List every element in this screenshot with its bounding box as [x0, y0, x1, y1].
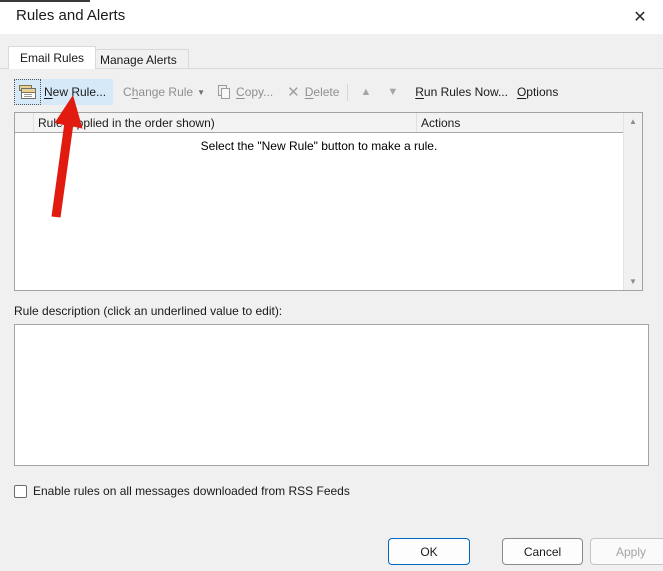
rules-list-scrollbar[interactable]: ▲ ▼: [623, 113, 642, 290]
scroll-up-icon[interactable]: ▲: [624, 113, 642, 130]
rules-list-main: Rule (applied in the order shown) Action…: [15, 113, 623, 290]
close-icon[interactable]: ✕: [623, 3, 657, 31]
ok-button[interactable]: OK: [388, 538, 470, 565]
cancel-button[interactable]: Cancel: [502, 538, 583, 565]
move-up-icon[interactable]: ▲: [357, 85, 374, 100]
new-rule-label: New Rule...: [44, 85, 107, 99]
change-rule-label: Change Rule: [123, 85, 194, 99]
rss-checkbox-row: Enable rules on all messages downloaded …: [14, 484, 350, 498]
scroll-down-icon[interactable]: ▼: [624, 273, 642, 290]
rss-checkbox[interactable]: [14, 484, 27, 498]
rules-toolbar: New Rule... Change Rule ▼ Copy... ✕ Dele…: [14, 79, 558, 105]
screenshot-edge-artifact: [0, 0, 90, 2]
rules-list[interactable]: Rule (applied in the order shown) Action…: [14, 112, 643, 291]
rule-description-label: Rule description (click an underlined va…: [14, 304, 283, 318]
apply-button[interactable]: Apply: [590, 538, 663, 565]
new-rule-button[interactable]: New Rule...: [14, 79, 114, 105]
delete-button[interactable]: ✕ Delete: [287, 85, 339, 100]
rss-checkbox-label: Enable rules on all messages downloaded …: [33, 484, 350, 498]
column-header-actions: Actions: [421, 115, 461, 130]
copy-icon: [218, 84, 231, 100]
delete-label: Delete: [304, 85, 340, 99]
tab-email-rules[interactable]: Email Rules: [8, 46, 97, 69]
copy-label: Copy...: [236, 85, 274, 99]
new-rule-icon: [14, 79, 41, 105]
column-header-rule: Rule (applied in the order shown): [34, 113, 417, 132]
change-rule-button[interactable]: Change Rule ▼: [123, 85, 205, 99]
rules-list-header: Rule (applied in the order shown) Action…: [15, 113, 623, 133]
dialog-title: Rules and Alerts: [16, 7, 126, 24]
delete-x-icon: ✕: [287, 83, 300, 101]
run-rules-now-button[interactable]: Run Rules Now...: [415, 85, 508, 99]
tab-manage-alerts[interactable]: Manage Alerts: [88, 49, 189, 69]
toolbar-separator: [347, 83, 349, 101]
move-down-icon[interactable]: ▼: [384, 85, 401, 100]
copy-button[interactable]: Copy...: [218, 84, 274, 100]
options-label: Options: [516, 85, 559, 99]
empty-rules-message: Select the "New Rule" button to make a r…: [200, 139, 438, 153]
rule-description-box[interactable]: [14, 324, 649, 466]
options-button[interactable]: Options: [517, 85, 558, 99]
tab-strip: Email Rules Manage Alerts: [0, 46, 663, 69]
column-header-blank: [15, 113, 34, 132]
chevron-down-icon: ▼: [197, 87, 206, 97]
rules-and-alerts-dialog: Rules and Alerts ✕ Email Rules Manage Al…: [0, 0, 663, 571]
run-rules-now-label: Run Rules Now...: [415, 85, 508, 99]
title-bar: Rules and Alerts ✕: [0, 0, 663, 34]
